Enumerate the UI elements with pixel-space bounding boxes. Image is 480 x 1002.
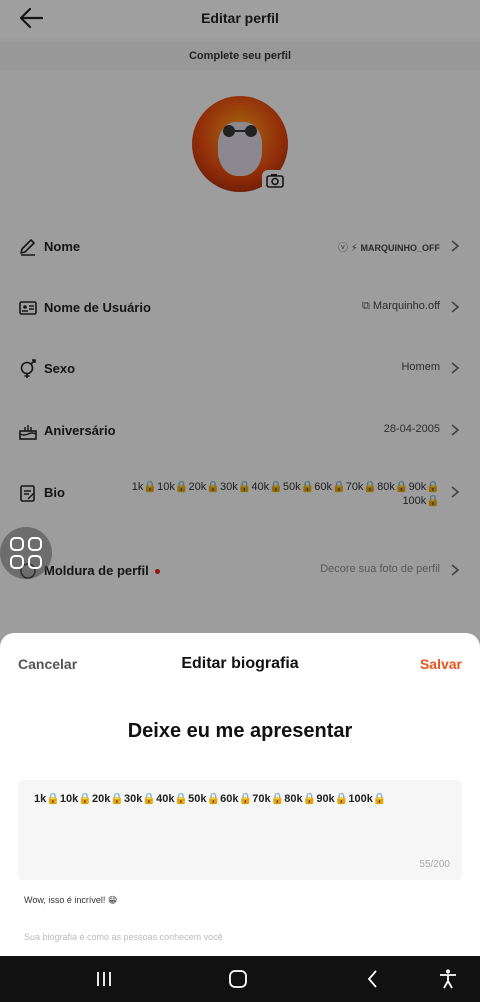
system-nav-bar	[0, 956, 480, 1002]
recent-apps-icon[interactable]	[93, 968, 115, 990]
bio-input-text: 1k🔒10k🔒20k🔒30k🔒40k🔒50k🔒60k🔒70k🔒80k🔒90k🔒1…	[34, 793, 387, 805]
back-nav-icon[interactable]	[362, 968, 384, 990]
home-icon[interactable]	[227, 968, 249, 990]
grid-icon	[10, 537, 42, 569]
save-button[interactable]: Salvar	[420, 656, 462, 672]
edit-bio-sheet: Cancelar Editar biografia Salvar Deixe e…	[0, 633, 480, 956]
bio-hint: Sua biografia é como as pessoas conhecem…	[24, 932, 223, 942]
floating-menu-button[interactable]	[0, 527, 52, 579]
sheet-title: Editar biografia	[181, 655, 299, 672]
suggestion-chip[interactable]: Wow, isso é incrível! 😁	[24, 895, 117, 906]
bio-textarea[interactable]: 1k🔒10k🔒20k🔒30k🔒40k🔒50k🔒60k🔒70k🔒80k🔒90k🔒1…	[18, 780, 462, 880]
char-counter: 55/200	[419, 859, 450, 870]
accessibility-icon[interactable]	[437, 968, 459, 990]
sheet-heading: Deixe eu me apresentar	[127, 720, 353, 742]
